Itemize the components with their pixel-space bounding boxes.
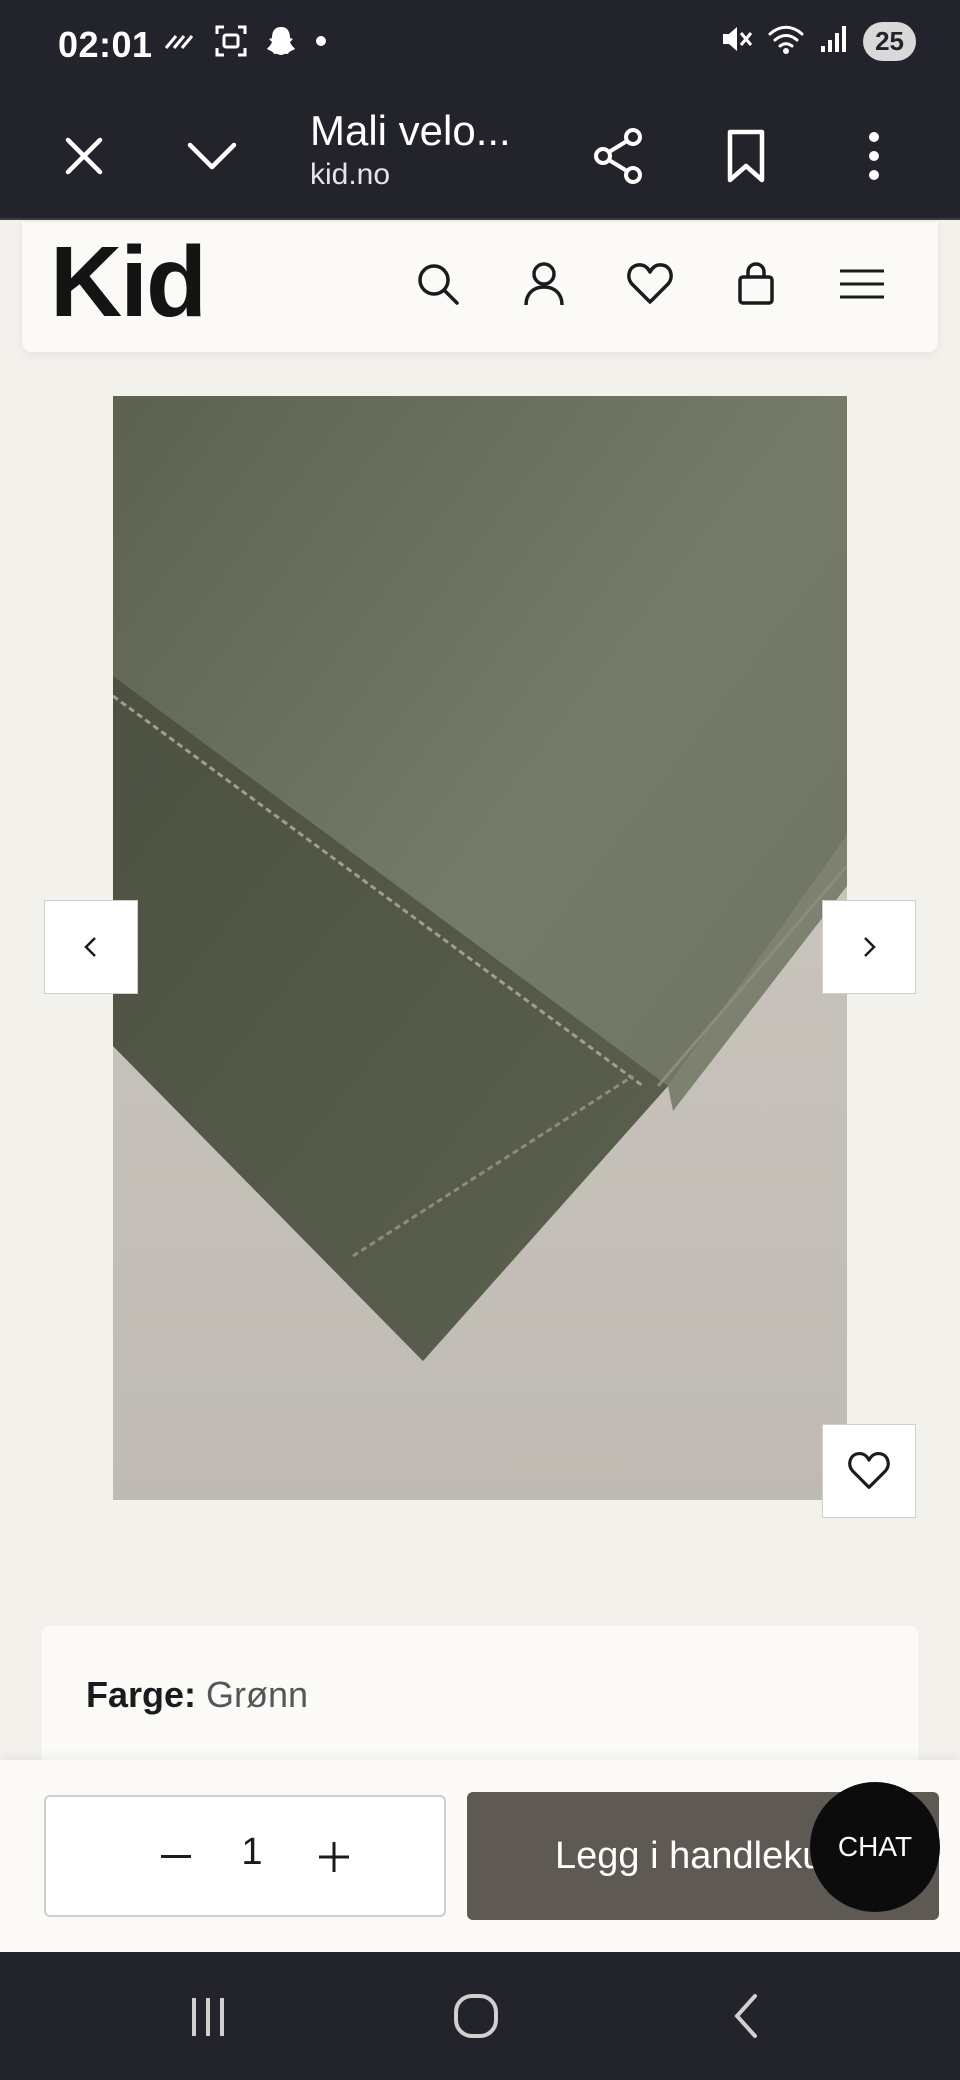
add-to-wishlist-button[interactable] (822, 1424, 916, 1518)
mute-icon (719, 22, 753, 61)
bag-icon[interactable] (724, 252, 788, 316)
site-header: Kid (22, 222, 938, 352)
bookmark-icon[interactable] (712, 122, 780, 190)
more-icon[interactable] (840, 122, 908, 190)
browser-toolbar: Mali velo... kid.no (0, 92, 960, 220)
previous-image-button[interactable] (44, 900, 138, 994)
dot-icon (314, 34, 328, 53)
page-title[interactable]: Mali velo... (310, 102, 511, 160)
battery-indicator: 25 (863, 22, 916, 61)
close-icon[interactable] (50, 122, 118, 190)
color-value: Grønn (206, 1674, 309, 1715)
chat-button[interactable]: CHAT (810, 1782, 940, 1912)
product-image[interactable] (113, 396, 847, 1500)
color-label: Farge: (86, 1674, 197, 1715)
decrease-quantity-button[interactable] (136, 1817, 216, 1897)
next-image-button[interactable] (822, 900, 916, 994)
status-bar: 02:01 25 (0, 0, 960, 92)
account-icon[interactable] (512, 252, 576, 316)
sync-icon (164, 28, 198, 59)
signal-icon (819, 24, 849, 59)
back-icon[interactable] (706, 1984, 786, 2048)
logo[interactable]: Kid (50, 224, 207, 340)
wifi-icon (767, 23, 805, 60)
screenshot-icon (214, 24, 248, 63)
product-info-card: Farge: Grønn (42, 1626, 918, 1766)
quantity-value[interactable]: 1 (237, 1831, 267, 1874)
color-line: Farge: Grønn (86, 1674, 308, 1716)
menu-icon[interactable] (830, 252, 894, 316)
status-time: 02:01 (58, 24, 153, 65)
snapchat-icon (264, 24, 298, 63)
quantity-stepper: 1 (44, 1795, 446, 1917)
search-icon[interactable] (406, 252, 470, 316)
status-left-icons (164, 24, 328, 63)
home-icon[interactable] (436, 1984, 516, 2048)
chevron-down-icon[interactable] (178, 122, 246, 190)
system-nav-bar (0, 1952, 960, 2080)
status-right: 25 (719, 22, 916, 61)
heart-icon (848, 1452, 890, 1489)
wishlist-heart-icon[interactable] (618, 252, 682, 316)
increase-quantity-button[interactable] (294, 1817, 374, 1897)
share-icon[interactable] (584, 122, 652, 190)
purchase-bar: 1 Legg i handlekurv CHAT (0, 1760, 960, 1952)
page-url[interactable]: kid.no (310, 158, 390, 192)
recent-apps-icon[interactable] (168, 1984, 248, 2048)
